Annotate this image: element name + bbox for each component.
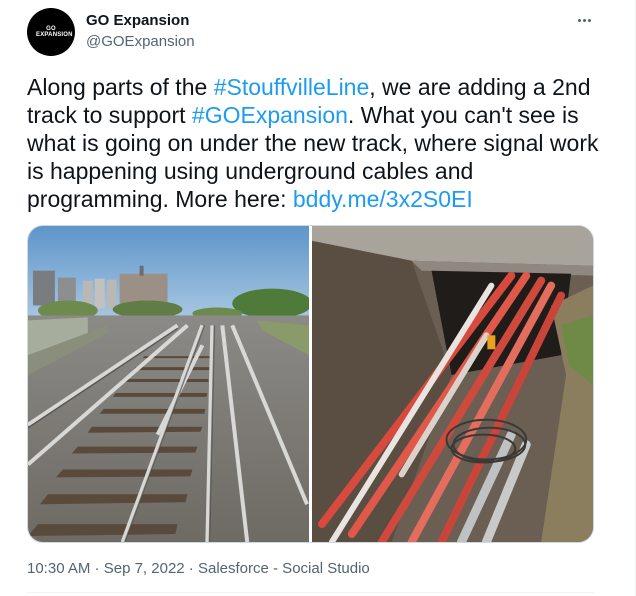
tweet-link[interactable]: bddy.me/3x2S0EI — [293, 186, 473, 212]
underground-cables-photo[interactable] — [312, 226, 593, 542]
tweet-text-part-1: Along parts of the — [27, 74, 214, 100]
hashtag-stouffvilleline[interactable]: #StouffvilleLine — [214, 74, 370, 100]
tweet-card: GO EXPANSION GO Expansion @GOExpansion A… — [0, 0, 636, 596]
tweet-metadata: 10:30 AM · Sep 7, 2022 · Salesforce - So… — [27, 560, 370, 577]
more-options-icon[interactable] — [573, 10, 595, 30]
railway-tracks-photo[interactable] — [28, 226, 309, 542]
author-name[interactable]: GO Expansion — [86, 12, 189, 29]
meta-separator: · — [184, 560, 198, 577]
tweet-text: Along parts of the #StouffvilleLine, we … — [27, 73, 617, 213]
tweet-date[interactable]: Sep 7, 2022 — [104, 560, 185, 577]
tweet-time[interactable]: 10:30 AM — [27, 560, 90, 577]
tweet-source[interactable]: Salesforce - Social Studio — [198, 560, 370, 577]
avatar-logo-text: GO EXPANSION — [36, 26, 73, 38]
hashtag-goexpansion[interactable]: #GOExpansion — [192, 102, 348, 128]
divider — [27, 592, 594, 593]
media-grid — [27, 225, 594, 543]
avatar[interactable]: GO EXPANSION — [27, 8, 75, 56]
meta-separator: · — [90, 560, 104, 577]
author-handle[interactable]: @GOExpansion — [86, 33, 195, 50]
